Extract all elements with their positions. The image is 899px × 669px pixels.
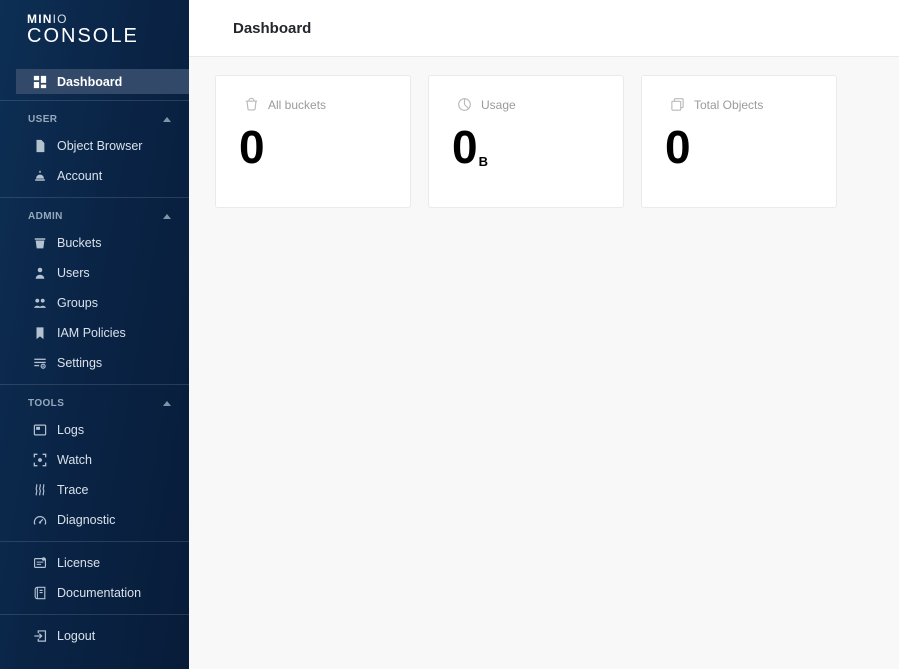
sidebar-divider xyxy=(0,384,189,385)
brand-bold: MIN xyxy=(27,12,53,26)
sidebar-item-label: Documentation xyxy=(57,586,141,600)
dashboard-icon xyxy=(33,75,47,89)
sidebar-item-logout[interactable]: Logout xyxy=(16,621,189,651)
metrics-row: All buckets 0 Usage 0B Total Obj xyxy=(189,57,899,208)
section-label: USER xyxy=(28,114,57,125)
logout-icon xyxy=(33,629,47,643)
settings-icon xyxy=(33,356,47,370)
sidebar-item-label: Trace xyxy=(57,483,89,497)
bucket-icon xyxy=(33,236,47,250)
sidebar-item-label: Object Browser xyxy=(57,139,142,153)
sidebar: MINIO CONSOLE Dashboard USER Object Brow… xyxy=(0,0,189,669)
sidebar-item-label: IAM Policies xyxy=(57,326,126,340)
sidebar-item-buckets[interactable]: Buckets xyxy=(16,228,189,258)
sidebar-spacer xyxy=(0,651,189,669)
waveform-icon xyxy=(33,483,47,497)
sidebar-divider xyxy=(0,197,189,198)
section-header-admin[interactable]: ADMIN xyxy=(0,204,189,228)
sidebar-item-label: Diagnostic xyxy=(57,513,115,527)
sidebar-item-settings[interactable]: Settings xyxy=(16,348,189,378)
sidebar-item-label: Settings xyxy=(57,356,102,370)
sidebar-item-diagnostic[interactable]: Diagnostic xyxy=(16,505,189,535)
sidebar-item-label: Watch xyxy=(57,453,92,467)
sidebar-divider xyxy=(0,541,189,542)
sidebar-item-label: Groups xyxy=(57,296,98,310)
sidebar-item-documentation[interactable]: Documentation xyxy=(16,578,189,608)
console-icon xyxy=(33,423,47,437)
sidebar-item-groups[interactable]: Groups xyxy=(16,288,189,318)
user-icon xyxy=(33,266,47,280)
metric-number: 0 xyxy=(665,124,691,170)
gauge-icon xyxy=(33,513,47,527)
sidebar-item-label: Account xyxy=(57,169,102,183)
pie-chart-icon xyxy=(457,97,472,112)
sidebar-divider xyxy=(0,614,189,615)
bell-icon xyxy=(33,169,47,183)
sidebar-item-users[interactable]: Users xyxy=(16,258,189,288)
section-label: TOOLS xyxy=(28,398,64,409)
brand-light: IO xyxy=(53,12,68,26)
sidebar-item-dashboard[interactable]: Dashboard xyxy=(16,69,189,94)
bucket-outline-icon xyxy=(244,97,259,112)
sidebar-item-label: Dashboard xyxy=(57,75,122,89)
sidebar-item-trace[interactable]: Trace xyxy=(16,475,189,505)
sidebar-item-label: Users xyxy=(57,266,90,280)
objects-icon xyxy=(670,97,685,112)
page-title: Dashboard xyxy=(233,20,311,37)
main-area: Dashboard All buckets 0 Usage 0B xyxy=(189,0,899,669)
section-header-user[interactable]: USER xyxy=(0,107,189,131)
sidebar-divider xyxy=(0,100,189,101)
sidebar-item-label: Logs xyxy=(57,423,84,437)
sidebar-item-label: Buckets xyxy=(57,236,101,250)
metric-card-total-objects: Total Objects 0 xyxy=(641,75,837,208)
metric-number: 0 xyxy=(452,124,478,170)
app-logo: MINIO CONSOLE xyxy=(0,0,189,58)
metric-card-usage: Usage 0B xyxy=(428,75,624,208)
metric-value: 0 xyxy=(239,124,410,170)
sidebar-item-iam-policies[interactable]: IAM Policies xyxy=(16,318,189,348)
sidebar-item-label: Logout xyxy=(57,629,95,643)
chevron-up-icon[interactable] xyxy=(163,214,171,219)
metric-card-all-buckets: All buckets 0 xyxy=(215,75,411,208)
metric-label: Usage xyxy=(481,98,516,112)
metric-value: 0 xyxy=(665,124,836,170)
sidebar-item-license[interactable]: License xyxy=(16,548,189,578)
certificate-icon xyxy=(33,556,47,570)
product-name: CONSOLE xyxy=(27,26,189,47)
section-label: ADMIN xyxy=(28,211,63,222)
book-icon xyxy=(33,586,47,600)
section-header-tools[interactable]: TOOLS xyxy=(0,391,189,415)
metric-label: Total Objects xyxy=(694,98,763,112)
metric-value: 0B xyxy=(452,124,623,170)
bookmark-icon xyxy=(33,326,47,340)
sidebar-item-watch[interactable]: Watch xyxy=(16,445,189,475)
chevron-up-icon[interactable] xyxy=(163,401,171,406)
page-header: Dashboard xyxy=(189,0,899,57)
sidebar-item-account[interactable]: Account xyxy=(16,161,189,191)
chevron-up-icon[interactable] xyxy=(163,117,171,122)
file-icon xyxy=(33,139,47,153)
sidebar-item-label: License xyxy=(57,556,100,570)
group-icon xyxy=(33,296,47,310)
viewfinder-icon xyxy=(33,453,47,467)
metric-number: 0 xyxy=(239,124,265,170)
sidebar-item-object-browser[interactable]: Object Browser xyxy=(16,131,189,161)
metric-unit: B xyxy=(479,155,488,168)
sidebar-item-logs[interactable]: Logs xyxy=(16,415,189,445)
metric-label: All buckets xyxy=(268,98,326,112)
